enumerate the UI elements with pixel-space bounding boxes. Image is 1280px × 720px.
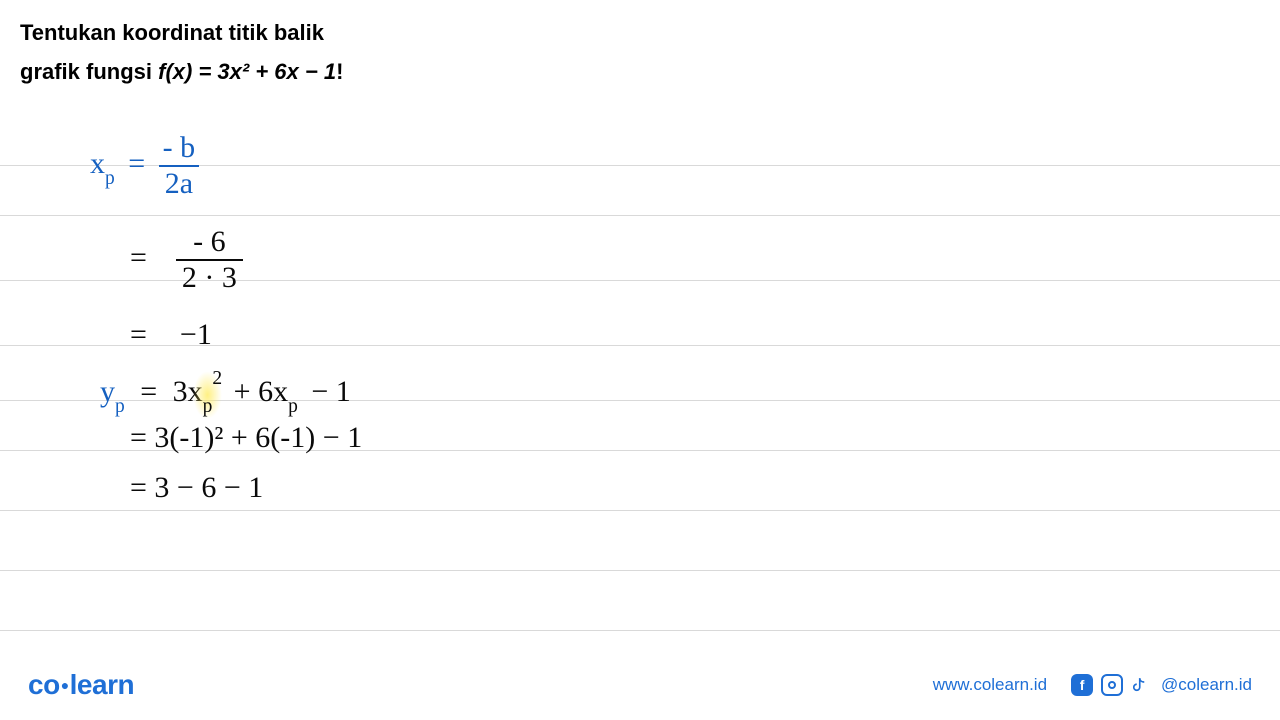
equals: =	[130, 318, 147, 351]
coef-6x: + 6x	[234, 375, 288, 408]
term-6xp: + 6xp	[234, 375, 306, 408]
question-suffix: !	[336, 59, 343, 84]
question-line1: Tentukan koordinat titik balik	[20, 14, 1260, 51]
fraction-6-23: - 6 2 · 3	[176, 227, 243, 293]
var-x: x	[90, 147, 105, 180]
question-fx: f(x) = 3x² + 6x − 1	[158, 59, 336, 84]
notebook-paper: xp = - b 2a = - 6 2 · 3 = −1 yp = 3xp2 +…	[0, 115, 1280, 660]
rule-line	[0, 215, 1280, 216]
logo-dot: ●	[61, 677, 69, 693]
denominator: 2a	[159, 165, 199, 199]
handwriting-xp-result: = −1	[130, 320, 212, 350]
rule-line	[0, 510, 1280, 511]
sub-p: p	[115, 396, 125, 417]
question-line2: grafik fungsi f(x) = 3x² + 6x − 1!	[20, 53, 1260, 90]
rule-line	[0, 630, 1280, 631]
instagram-icon	[1101, 674, 1123, 696]
handwriting-substitute: = - 6 2 · 3	[130, 227, 243, 293]
social-block: f @colearn.id	[1071, 674, 1252, 696]
term-3xp2: 3xp2	[173, 375, 230, 408]
logo-learn: learn	[70, 669, 134, 700]
equals: =	[128, 147, 145, 180]
sub-p: p	[105, 168, 115, 189]
footer-handle: @colearn.id	[1161, 675, 1252, 695]
logo-co: co	[28, 669, 60, 700]
fraction-b-2a: - b 2a	[159, 133, 200, 199]
question-block: Tentukan koordinat titik balik grafik fu…	[0, 0, 1280, 91]
footer: co●learn www.colearn.id f @colearn.id	[0, 650, 1280, 720]
colearn-logo: co●learn	[28, 669, 134, 701]
value-neg1: −1	[180, 318, 212, 351]
var-y: y	[100, 375, 115, 408]
numerator: - 6	[189, 227, 230, 259]
handwriting-yp-simplify: = 3 − 6 − 1	[130, 473, 263, 503]
tiktok-icon	[1131, 674, 1153, 696]
equals: =	[130, 241, 147, 274]
facebook-icon: f	[1071, 674, 1093, 696]
term-minus1: − 1	[311, 375, 350, 408]
footer-right: www.colearn.id f @colearn.id	[933, 674, 1252, 696]
sup-2: 2	[212, 368, 222, 389]
equals: =	[140, 375, 157, 408]
rule-line	[0, 570, 1280, 571]
handwriting-yp-substitute: = 3(-1)² + 6(-1) − 1	[130, 423, 362, 453]
numerator: - b	[159, 133, 200, 165]
sub-p: p	[203, 396, 213, 417]
handwriting-xp-formula: xp = - b 2a	[90, 133, 199, 199]
handwriting-yp-formula: yp = 3xp2 + 6xp − 1	[100, 375, 351, 413]
sub-p: p	[288, 396, 298, 417]
question-prefix: grafik fungsi	[20, 59, 158, 84]
denominator: 2 · 3	[176, 259, 243, 293]
footer-url: www.colearn.id	[933, 675, 1047, 695]
